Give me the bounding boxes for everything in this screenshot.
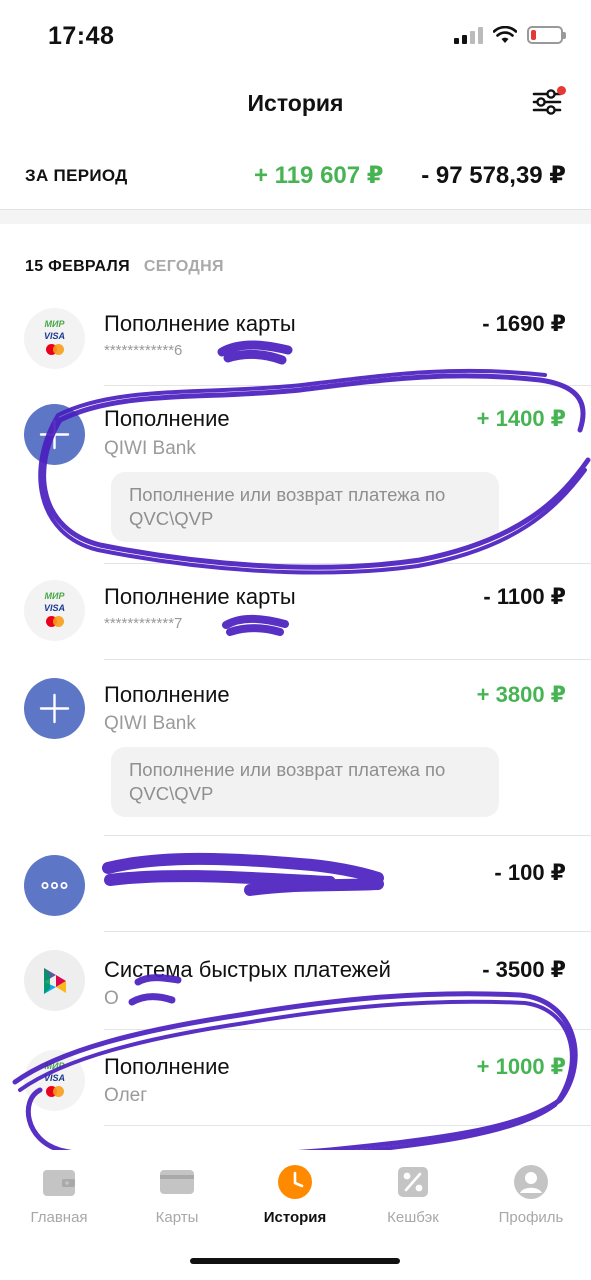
status-time: 17:48 [48,22,115,50]
divider [104,1125,591,1126]
percent-icon [398,1167,428,1197]
battery-icon [527,26,566,44]
clock-icon [278,1165,312,1199]
transaction-amount: - 1690 ₽ [482,311,566,336]
transaction-subtitle: ************7 [104,615,183,632]
tab-profile[interactable]: Профиль [472,1164,590,1226]
date-day: 15 ФЕВРАЛЯ [25,258,130,275]
wallet-icon [43,1170,75,1196]
transaction-title: Пополнение [104,1054,230,1079]
transaction-row[interactable]: Пополнение QIWI Bank + 1400 ₽ Пополнение… [0,386,591,564]
home-indicator [190,1258,400,1264]
period-income: + 119 607 ₽ [254,162,384,189]
page-title: История [247,90,344,116]
date-group-header: 15 ФЕВРАЛЯ СЕГОДНЯ [25,258,224,276]
plus-icon [24,678,85,739]
period-expense: - 97 578,39 ₽ [421,162,566,189]
more-dots-icon [24,855,85,916]
tab-home[interactable]: Главная [0,1164,118,1226]
transaction-row[interactable]: Система быстрых платежей О - 3500 ₽ [0,932,591,1030]
header: История [0,72,591,136]
separator-band [0,210,591,224]
transaction-subtitle: О [104,988,119,1009]
plus-icon [24,404,85,465]
card-icon [160,1170,194,1194]
transaction-amount: - 3500 ₽ [482,957,566,982]
transaction-amount: - 1100 ₽ [483,584,566,609]
wifi-icon [493,26,517,43]
transactions-list: МИР VISA Пополнение карты ************6 -… [0,292,591,1126]
tab-cashback[interactable]: Кешбэк [354,1164,472,1226]
transaction-row[interactable]: МИР VISA Пополнение Олег + 1000 ₽ [0,1030,591,1126]
cellular-signal-icon [454,26,483,44]
tab-history[interactable]: История [236,1164,354,1226]
transaction-amount: + 1400 ₽ [476,406,566,431]
transaction-title: Пополнение [104,682,230,707]
transaction-note: Пополнение или возврат платежа по QVC\QV… [111,747,499,817]
transaction-row[interactable]: - 100 ₽ [0,836,591,932]
tab-cards[interactable]: Карты [118,1164,236,1226]
transaction-subtitle: QIWI Bank [104,713,196,734]
transaction-amount: + 3800 ₽ [476,682,566,707]
transaction-title: Пополнение карты [104,584,296,609]
tab-bar: Главная Карты История Кешбэк Профиль [0,1150,591,1248]
mir-visa-mastercard-icon: МИР VISA [24,580,85,641]
transaction-subtitle: Олег [104,1085,148,1106]
notification-dot [557,86,566,95]
transaction-note: Пополнение или возврат платежа по QVC\QV… [111,472,499,542]
status-icons [454,26,566,44]
transaction-title: Система быстрых платежей [104,957,391,982]
transaction-subtitle: ************6 [104,342,183,359]
transaction-amount: - 100 ₽ [494,860,566,885]
transaction-subtitle: QIWI Bank [104,438,196,459]
sbp-icon [24,950,85,1011]
profile-icon [514,1165,548,1199]
status-bar: 17:48 [0,0,591,70]
transaction-row[interactable]: МИР VISA Пополнение карты ************7 -… [0,564,591,660]
transaction-amount: + 1000 ₽ [476,1054,566,1079]
filter-button[interactable] [531,86,566,120]
transaction-row[interactable]: Пополнение QIWI Bank + 3800 ₽ Пополнение… [0,660,591,836]
mir-visa-mastercard-icon: МИР VISA [24,308,85,369]
date-relative: СЕГОДНЯ [143,258,224,275]
period-label: ЗА ПЕРИОД [25,166,128,185]
transaction-row[interactable]: МИР VISA Пополнение карты ************6 -… [0,292,591,386]
mir-visa-mastercard-icon: МИР VISA [24,1050,85,1111]
period-summary: ЗА ПЕРИОД + 119 607 ₽ - 97 578,39 ₽ [0,150,591,210]
transaction-title: Пополнение карты [104,311,296,336]
transaction-title: Пополнение [104,406,230,431]
